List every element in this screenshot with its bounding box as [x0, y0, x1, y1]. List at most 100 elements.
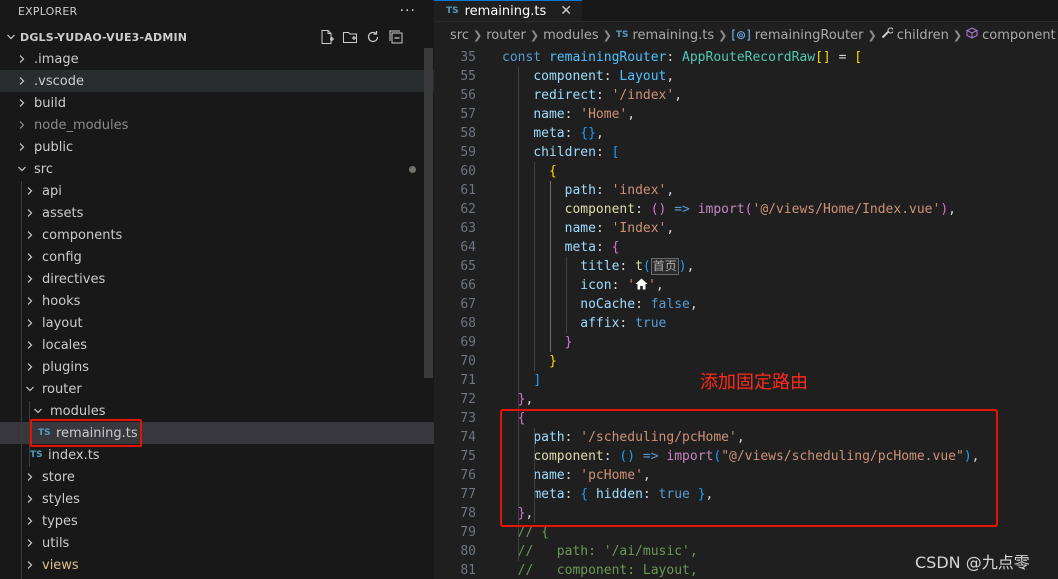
code-text: ] — [533, 373, 542, 388]
tree-label: locales — [42, 337, 88, 353]
code-line: 77 meta: { hidden: true }, — [434, 485, 1058, 504]
breadcrumb-src[interactable]: src — [450, 28, 469, 43]
tree-folder-config[interactable]: config — [0, 246, 434, 268]
line-number: 66 — [460, 278, 476, 293]
new-file-icon[interactable] — [318, 29, 335, 46]
tab-bar: TS remaining.ts ✕ — [434, 0, 1058, 22]
code-line: 75 component: () => import("@/views/sche… — [434, 447, 1058, 466]
line-number: 64 — [460, 240, 476, 255]
tree-folder-styles[interactable]: styles — [0, 488, 434, 510]
tree-folder-node-modules[interactable]: node_modules — [0, 114, 434, 136]
tree-label: node_modules — [34, 117, 129, 133]
tree-folder-store[interactable]: store — [0, 466, 434, 488]
tree-folder-router[interactable]: router — [0, 378, 434, 400]
tree-file-index-ts[interactable]: TS index.ts — [0, 444, 434, 466]
typescript-file-icon: TS — [446, 6, 459, 16]
close-icon[interactable]: ✕ — [560, 3, 572, 19]
tree-label: public — [34, 139, 74, 155]
collapse-all-icon[interactable] — [387, 29, 404, 46]
project-root[interactable]: DGLS-YUDAO-VUE3-ADMIN — [0, 26, 434, 48]
tree-label: api — [42, 183, 62, 199]
tree-folder-locales[interactable]: locales — [0, 334, 434, 356]
tree-folder-plugins[interactable]: plugins — [0, 356, 434, 378]
breadcrumb-children[interactable]: children — [897, 28, 949, 43]
code-line: 68 affix: true — [434, 314, 1058, 333]
chevron-down-icon — [30, 406, 46, 416]
variable-symbol-icon: [⊚] — [731, 28, 751, 42]
code-line: 62 component: () => import('@/views/Home… — [434, 200, 1058, 219]
sidebar-scrollbar[interactable] — [424, 48, 433, 378]
tree-folder-directives[interactable]: directives — [0, 268, 434, 290]
code-line: 57 name: 'Home', — [434, 105, 1058, 124]
line-number: 56 — [460, 88, 476, 103]
tab-remaining-ts[interactable]: TS remaining.ts ✕ — [434, 0, 583, 21]
code-text: // path: '/ai/music', — [517, 544, 698, 559]
chevron-right-icon — [22, 274, 38, 284]
breadcrumb-router[interactable]: router — [486, 28, 526, 43]
tree-label: config — [42, 249, 82, 265]
indent-guide — [550, 181, 551, 352]
tree-label: router — [42, 381, 82, 397]
tree-label: modules — [50, 403, 106, 419]
tree-folder-vscode[interactable]: .vscode — [0, 70, 434, 92]
code-text: component: () => import('@/views/Home/In… — [564, 202, 956, 217]
line-number: 57 — [460, 107, 476, 122]
tree-folder-components[interactable]: components — [0, 224, 434, 246]
indent-guide — [534, 162, 535, 371]
tree-folder-image[interactable]: .image — [0, 48, 434, 70]
tree-folder-build[interactable]: build — [0, 92, 434, 114]
tree-folder-views[interactable]: views — [0, 554, 434, 576]
code-line: 58 meta: {}, — [434, 124, 1058, 143]
tree-label: remaining.ts — [56, 425, 138, 441]
tree-folder-public[interactable]: public — [0, 136, 434, 158]
code-line-sticky: 35 const remainingRouter: AppRouteRecord… — [434, 48, 1058, 67]
typescript-file-icon: TS — [38, 428, 51, 438]
code-text: title: t(首页), — [580, 258, 695, 275]
chevron-right-icon — [22, 472, 38, 482]
tree-folder-hooks[interactable]: hooks — [0, 290, 434, 312]
code-line: 59 children: [ — [434, 143, 1058, 162]
breadcrumb-modules[interactable]: modules — [543, 28, 599, 43]
annotation-label: 添加固定路由 — [700, 372, 808, 393]
explorer-title: EXPLORER — [18, 4, 78, 18]
code-text: { — [517, 411, 526, 426]
code-text: name: 'Index', — [564, 221, 675, 236]
code-editor[interactable]: 35 const remainingRouter: AppRouteRecord… — [434, 48, 1058, 579]
tree-folder-api[interactable]: api — [0, 180, 434, 202]
line-number: 62 — [460, 202, 476, 217]
tree-folder-utils[interactable]: utils — [0, 532, 434, 554]
more-actions-icon[interactable]: ··· — [400, 3, 416, 19]
project-title: DGLS-YUDAO-VUE3-ADMIN — [20, 30, 188, 44]
home-icon — [635, 278, 648, 293]
refresh-icon[interactable] — [364, 29, 381, 46]
code-text: redirect: '/index', — [533, 88, 683, 103]
tree-label: hooks — [42, 293, 81, 309]
chevron-right-icon — [22, 362, 38, 372]
code-line: 64 meta: { — [434, 238, 1058, 257]
tree-label: layout — [42, 315, 83, 331]
line-number: 35 — [460, 50, 476, 65]
tree-folder-types[interactable]: types — [0, 510, 434, 532]
modified-dot-icon — [409, 165, 416, 173]
tree-folder-src[interactable]: src — [0, 158, 434, 180]
line-number: 74 — [460, 430, 476, 445]
tree-label: .vscode — [34, 73, 84, 89]
tree-label: directives — [42, 271, 106, 287]
breadcrumb-component[interactable]: component — [982, 28, 1056, 43]
new-folder-icon[interactable] — [341, 29, 358, 46]
tree-file-remaining-ts[interactable]: TS remaining.ts — [0, 422, 434, 444]
inlay-hint[interactable]: 首页 — [650, 258, 679, 275]
breadcrumb-symbol[interactable]: remainingRouter — [755, 28, 864, 43]
tree-folder-assets[interactable]: assets — [0, 202, 434, 224]
tree-label: views — [42, 557, 79, 573]
chevron-right-icon — [22, 494, 38, 504]
tree-label: src — [34, 161, 53, 177]
line-number: 61 — [460, 183, 476, 198]
line-number: 78 — [460, 506, 476, 521]
breadcrumb-file[interactable]: remaining.ts — [632, 28, 714, 43]
tree-label: .image — [34, 51, 79, 67]
tree-folder-layout[interactable]: layout — [0, 312, 434, 334]
explorer-sidebar: EXPLORER ··· DGLS-YUDAO-VUE3-ADMIN .imag… — [0, 0, 434, 579]
code-line: 67 noCache: false, — [434, 295, 1058, 314]
tree-folder-modules[interactable]: modules — [0, 400, 434, 422]
